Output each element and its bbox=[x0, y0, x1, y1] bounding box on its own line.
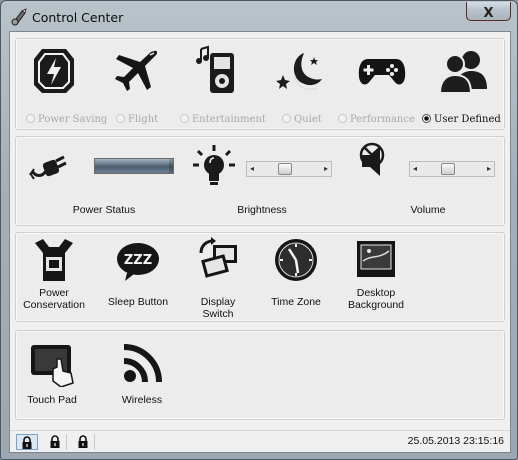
sleep-button-label: Sleep Button bbox=[107, 296, 169, 308]
radio-label: Performance bbox=[350, 114, 415, 125]
title-bar[interactable]: Control Center X bbox=[1, 1, 517, 31]
radio-flight[interactable]: Flight bbox=[116, 114, 158, 125]
display-switch-label: Display Switch bbox=[200, 296, 236, 320]
touch-pad-button[interactable]: Touch Pad bbox=[18, 341, 86, 406]
touch-pad-label: Touch Pad bbox=[27, 394, 77, 406]
users-icon bbox=[438, 51, 487, 94]
clock-icon bbox=[275, 239, 317, 281]
brightness-label: Brightness bbox=[237, 204, 287, 216]
battery-shield-icon bbox=[34, 49, 74, 93]
volume-label: Volume bbox=[410, 204, 446, 216]
controls-panel: Power Conservation ZZZ Sleep Button Disp… bbox=[15, 232, 505, 322]
mode-power-saving[interactable] bbox=[20, 45, 88, 101]
radio-dot bbox=[26, 114, 35, 123]
mode-entertainment[interactable] bbox=[184, 45, 252, 101]
mode-performance[interactable] bbox=[348, 45, 416, 101]
power-status-label: Power Status bbox=[72, 204, 136, 216]
time-zone-button[interactable]: Time Zone bbox=[262, 237, 330, 308]
wireless-icon bbox=[123, 344, 162, 383]
speaker-muted-icon bbox=[359, 142, 385, 176]
desktop-background-label: Desktop Background bbox=[347, 287, 405, 311]
radio-quiet[interactable]: Quiet bbox=[282, 114, 322, 125]
brightness-slider-thumb[interactable] bbox=[277, 163, 292, 175]
wireless-button[interactable]: Wireless bbox=[108, 341, 176, 406]
desktop-background-button[interactable]: Desktop Background bbox=[336, 237, 416, 311]
power-conservation-label: Power Conservation bbox=[23, 287, 85, 311]
airplane-icon bbox=[115, 50, 158, 91]
display-switch-button[interactable]: Display Switch bbox=[184, 237, 252, 320]
close-label: X bbox=[483, 6, 494, 21]
devices-panel: Touch Pad Wireless bbox=[15, 330, 505, 420]
power-conservation-button[interactable]: Power Conservation bbox=[20, 237, 88, 311]
display-switch-icon bbox=[199, 237, 237, 278]
sleep-button[interactable]: ZZZ Sleep Button bbox=[104, 237, 172, 308]
status-datetime: 25.05.2013 23:15:16 bbox=[407, 435, 504, 447]
radio-label: User Defined bbox=[434, 114, 501, 125]
radio-dot bbox=[180, 114, 189, 123]
window-title: Control Center bbox=[32, 10, 124, 25]
gamepad-icon bbox=[358, 59, 406, 85]
radio-power-saving[interactable]: Power Saving bbox=[26, 114, 107, 125]
mode-panel: Power Saving Flight Entertainment Quiet … bbox=[15, 38, 505, 130]
radio-dot bbox=[422, 114, 431, 123]
mode-quiet[interactable] bbox=[266, 45, 334, 101]
control-center-app-icon bbox=[11, 8, 27, 26]
slider-right-arrow-icon[interactable]: ▸ bbox=[324, 164, 328, 173]
volume-slider-thumb[interactable] bbox=[440, 163, 455, 175]
client-area: Power Saving Flight Entertainment Quiet … bbox=[9, 31, 511, 453]
lock-button-1[interactable] bbox=[16, 434, 38, 450]
radio-label: Flight bbox=[128, 114, 159, 125]
radio-dot bbox=[282, 114, 291, 123]
radio-performance[interactable]: Performance bbox=[338, 114, 415, 125]
mode-flight[interactable] bbox=[102, 45, 170, 101]
lightbulb-icon bbox=[193, 145, 235, 185]
touchpad-icon bbox=[31, 345, 74, 388]
slider-right-arrow-icon[interactable]: ▸ bbox=[487, 164, 491, 173]
svg-text:ZZZ: ZZZ bbox=[124, 253, 152, 268]
lock-button-2[interactable] bbox=[44, 434, 67, 450]
brightness-slider[interactable]: ◂ ▸ bbox=[246, 161, 332, 177]
lock-button-3[interactable] bbox=[72, 434, 95, 450]
power-status-bar bbox=[94, 158, 174, 174]
slider-left-arrow-icon[interactable]: ◂ bbox=[413, 164, 417, 173]
radio-label: Quiet bbox=[294, 114, 322, 125]
power-plug-icon bbox=[29, 155, 67, 180]
status-bar: 25.05.2013 23:15:16 bbox=[10, 430, 510, 453]
padlock-icon bbox=[22, 436, 32, 449]
settings-panel: ◂ ▸ ◂ ▸ Power Status Brightness Volume bbox=[15, 136, 505, 226]
time-zone-label: Time Zone bbox=[271, 296, 321, 308]
power-status-fill bbox=[95, 159, 170, 173]
zzz-icon: ZZZ bbox=[117, 243, 159, 281]
radio-dot bbox=[338, 114, 347, 123]
desktop-background-icon bbox=[357, 241, 395, 277]
volume-slider[interactable]: ◂ ▸ bbox=[409, 161, 495, 177]
radio-dot bbox=[116, 114, 125, 123]
radio-user-defined[interactable]: User Defined bbox=[422, 114, 501, 125]
radio-label: Power Saving bbox=[38, 114, 108, 125]
radio-entertainment[interactable]: Entertainment bbox=[180, 114, 266, 125]
padlock-icon bbox=[50, 435, 60, 448]
control-center-window: Control Center X Power Saving Flight Ent… bbox=[0, 0, 518, 460]
wireless-label: Wireless bbox=[121, 394, 163, 406]
radio-label: Entertainment bbox=[192, 114, 266, 125]
mode-user-defined[interactable] bbox=[430, 45, 498, 101]
padlock-icon bbox=[78, 435, 88, 448]
close-button[interactable]: X bbox=[466, 2, 511, 21]
slider-left-arrow-icon[interactable]: ◂ bbox=[250, 164, 254, 173]
moon-stars-icon bbox=[276, 53, 322, 90]
music-player-icon bbox=[196, 45, 234, 93]
power-conservation-icon bbox=[35, 239, 73, 281]
